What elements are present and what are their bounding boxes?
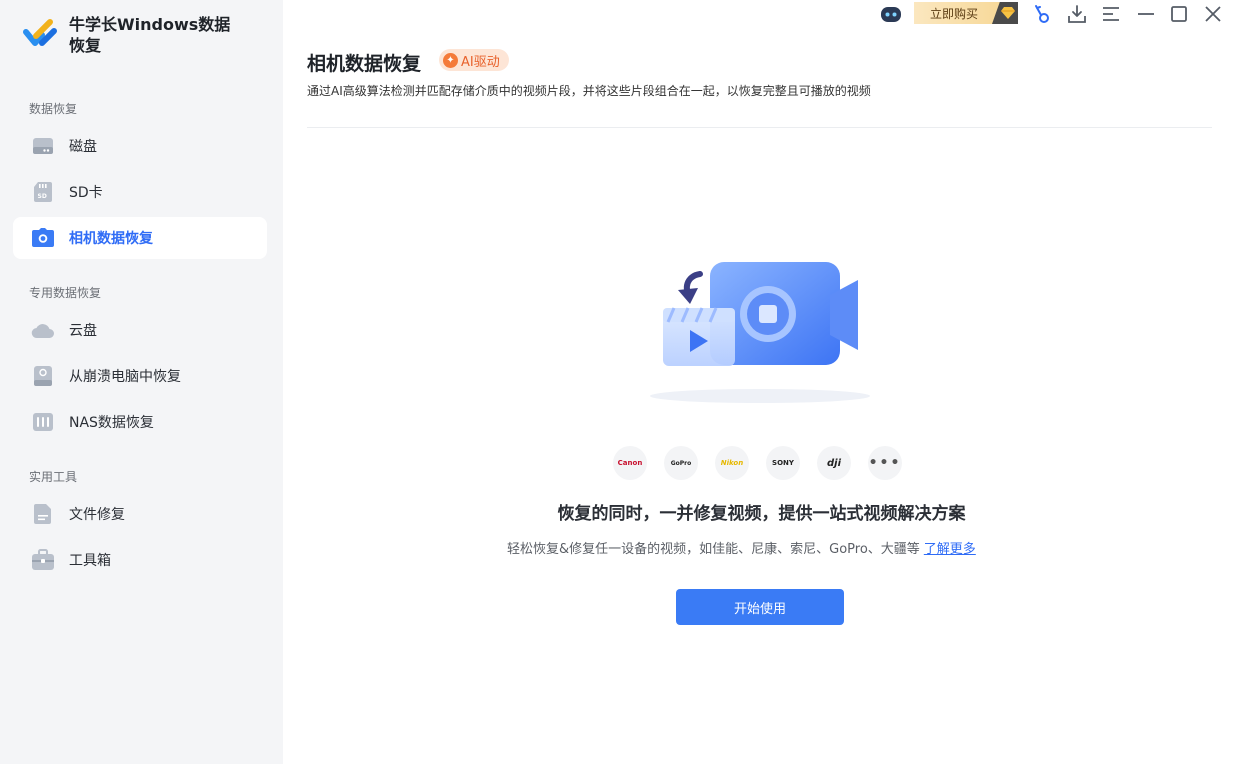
- section-label-tools: 实用工具: [29, 470, 78, 484]
- nas-icon: [31, 410, 55, 434]
- feature-subline: 轻松恢复&修复任一设备的视频，如佳能、尼康、索尼、GoPro、大疆等 了解更多: [507, 538, 976, 557]
- page-description: 通过AI高级算法检测并匹配存储介质中的视频片段，并将这些片段组合在一起，以恢复完…: [307, 84, 871, 98]
- sd-card-icon: SD: [31, 180, 55, 204]
- sidebar: 牛学长Windows数据恢复 数据恢复 磁盘 SD SD卡 相机数据恢复 专用数…: [0, 0, 283, 764]
- sidebar-item-label: 工具箱: [69, 553, 111, 569]
- divider: [307, 127, 1212, 128]
- close-icon[interactable]: [1196, 0, 1230, 28]
- gem-icon: [992, 2, 1018, 24]
- learn-more-link[interactable]: 了解更多: [924, 542, 976, 557]
- section-label-special-recovery: 专用数据恢复: [29, 286, 102, 300]
- video-recovery-illustration: [650, 262, 870, 403]
- assistant-bot-icon[interactable]: [874, 0, 908, 28]
- app-title: 牛学长Windows数据恢复: [69, 15, 231, 55]
- section-label-data-recovery: 数据恢复: [29, 102, 78, 116]
- disk-icon: [31, 134, 55, 158]
- camera-brand-list: Canon GoPro Nikon SONY dji •••: [613, 446, 919, 480]
- sony-logo: SONY: [766, 446, 800, 480]
- dji-logo: dji: [817, 446, 851, 480]
- sidebar-item-label: 云盘: [69, 323, 97, 339]
- more-brands-icon: •••: [868, 446, 902, 480]
- sidebar-item-nas[interactable]: NAS数据恢复: [13, 401, 267, 443]
- toolbox-icon: [31, 548, 55, 572]
- cloud-icon: [31, 318, 55, 342]
- buy-now-label: 立即购买: [930, 6, 979, 21]
- ai-badge: ✦ AI驱动: [439, 49, 509, 71]
- ai-badge-label: AI驱动: [461, 54, 500, 70]
- sidebar-item-toolbox[interactable]: 工具箱: [13, 539, 267, 581]
- canon-logo: Canon: [613, 446, 647, 480]
- nikon-logo: Nikon: [715, 446, 749, 480]
- menu-icon[interactable]: [1094, 0, 1128, 28]
- app-logo-icon: [23, 19, 57, 46]
- sidebar-item-label: NAS数据恢复: [69, 415, 154, 431]
- minimize-icon[interactable]: [1129, 0, 1163, 28]
- sidebar-item-crashed-pc[interactable]: 从崩溃电脑中恢复: [13, 355, 267, 397]
- sidebar-item-sd-card[interactable]: SD SD卡: [13, 171, 267, 213]
- sidebar-item-label: 相机数据恢复: [69, 231, 153, 247]
- sidebar-item-disk[interactable]: 磁盘: [13, 125, 267, 167]
- feature-subline-text: 轻松恢复&修复任一设备的视频，如佳能、尼康、索尼、GoPro、大疆等: [507, 542, 920, 557]
- download-icon[interactable]: [1060, 0, 1094, 28]
- key-icon[interactable]: [1025, 0, 1059, 28]
- feature-headline: 恢复的同时，一并修复视频，提供一站式视频解决方案: [557, 504, 966, 524]
- page-title: 相机数据恢复: [307, 53, 422, 75]
- sidebar-item-label: 磁盘: [69, 139, 97, 155]
- maximize-icon[interactable]: [1162, 0, 1196, 28]
- buy-now-button[interactable]: 立即购买: [914, 2, 1018, 24]
- sidebar-item-label: SD卡: [69, 185, 103, 201]
- ai-spark-icon: ✦: [443, 52, 458, 68]
- app-brand: 牛学长Windows数据恢复: [22, 14, 239, 56]
- crashed-pc-icon: [31, 364, 55, 388]
- start-button[interactable]: 开始使用: [676, 589, 844, 625]
- gopro-logo: GoPro: [664, 446, 698, 480]
- camera-icon: [31, 226, 55, 250]
- svg-text:SD: SD: [38, 193, 47, 200]
- sidebar-item-cloud[interactable]: 云盘: [13, 309, 267, 351]
- sidebar-item-camera-recovery[interactable]: 相机数据恢复: [13, 217, 267, 259]
- sidebar-item-label: 从崩溃电脑中恢复: [69, 369, 181, 385]
